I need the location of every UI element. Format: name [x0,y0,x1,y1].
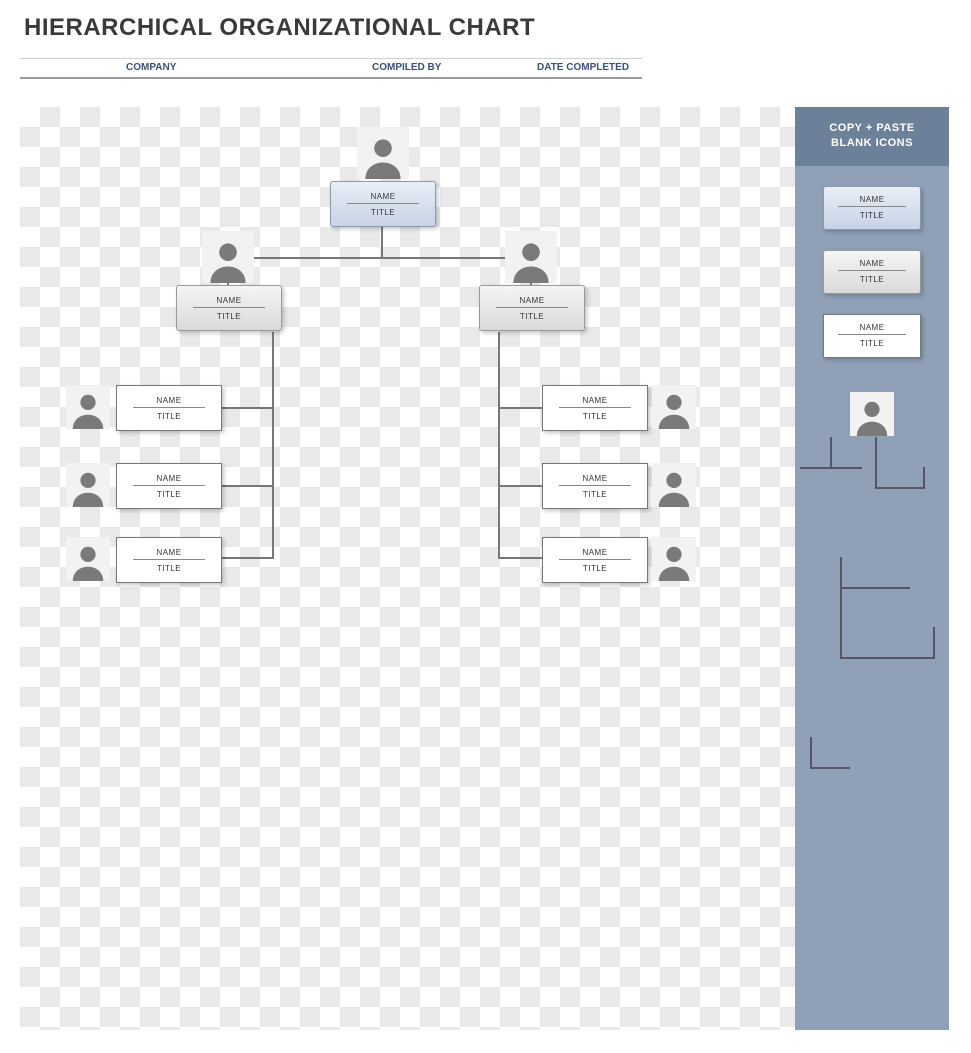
connector [498,557,543,559]
node-name: NAME [582,474,607,483]
company-label: COMPANY [126,62,176,73]
org-node-root[interactable]: NAME TITLE [330,181,436,227]
node-title: TITLE [520,312,544,321]
connector [498,485,543,487]
node-title: TITLE [217,312,241,321]
blank-card-grey[interactable]: NAME TITLE [823,250,921,294]
connector [220,557,274,559]
date-completed-label: DATE COMPLETED [537,62,629,73]
node-title: TITLE [860,211,884,220]
node-title: TITLE [583,412,607,421]
org-node-leaf[interactable]: NAME TITLE [116,537,222,583]
blank-card-blue[interactable]: NAME TITLE [823,186,921,230]
org-node-leaf[interactable]: NAME TITLE [542,537,648,583]
node-title: TITLE [157,490,181,499]
person-icon[interactable] [652,463,696,507]
org-node-leaf[interactable]: NAME TITLE [542,463,648,509]
node-name: NAME [582,548,607,557]
node-name: NAME [156,396,181,405]
node-name: NAME [859,195,884,204]
connector [272,332,274,557]
sidebar-title-line1: COPY + PASTE [801,121,943,136]
blank-person-icon[interactable] [850,392,894,436]
connector [381,227,383,257]
blank-connector-branch[interactable] [795,557,949,677]
connector [498,332,500,557]
org-chart-canvas[interactable]: NAME TITLE NAME TITLE NAME TITLE [20,107,795,1030]
org-node-manager[interactable]: NAME TITLE [176,285,282,331]
blank-connector-l[interactable] [795,757,949,807]
sidebar-title-line2: BLANK ICONS [801,136,943,151]
person-icon[interactable] [66,385,110,429]
org-node-leaf[interactable]: NAME TITLE [542,385,648,431]
node-name: NAME [216,296,241,305]
connector [220,407,274,409]
node-title: TITLE [583,490,607,499]
node-title: TITLE [371,208,395,217]
node-name: NAME [859,323,884,332]
person-icon[interactable] [505,231,557,283]
org-node-leaf[interactable]: NAME TITLE [116,463,222,509]
connector [498,407,543,409]
connector [220,485,274,487]
sidebar-title: COPY + PASTE BLANK ICONS [795,107,949,166]
node-name: NAME [582,396,607,405]
person-icon[interactable] [652,537,696,581]
node-title: TITLE [157,564,181,573]
person-icon[interactable] [66,463,110,507]
person-icon[interactable] [202,231,254,283]
blank-connector-tree[interactable] [795,437,949,527]
org-node-manager[interactable]: NAME TITLE [479,285,585,331]
node-title: TITLE [157,412,181,421]
person-icon[interactable] [652,385,696,429]
node-name: NAME [370,192,395,201]
page-title: HIERARCHICAL ORGANIZATIONAL CHART [0,0,971,58]
blank-icons-sidebar: COPY + PASTE BLANK ICONS NAME TITLE NAME… [795,107,949,1030]
node-name: NAME [156,548,181,557]
compiled-by-label: COMPILED BY [372,62,441,73]
node-name: NAME [859,259,884,268]
node-name: NAME [156,474,181,483]
info-header: COMPANY COMPILED BY DATE COMPLETED [20,58,642,79]
connector [227,257,532,259]
blank-card-white[interactable]: NAME TITLE [823,314,921,358]
node-name: NAME [519,296,544,305]
person-icon[interactable] [357,127,409,179]
org-node-leaf[interactable]: NAME TITLE [116,385,222,431]
node-title: TITLE [860,275,884,284]
node-title: TITLE [583,564,607,573]
node-title: TITLE [860,339,884,348]
person-icon[interactable] [66,537,110,581]
